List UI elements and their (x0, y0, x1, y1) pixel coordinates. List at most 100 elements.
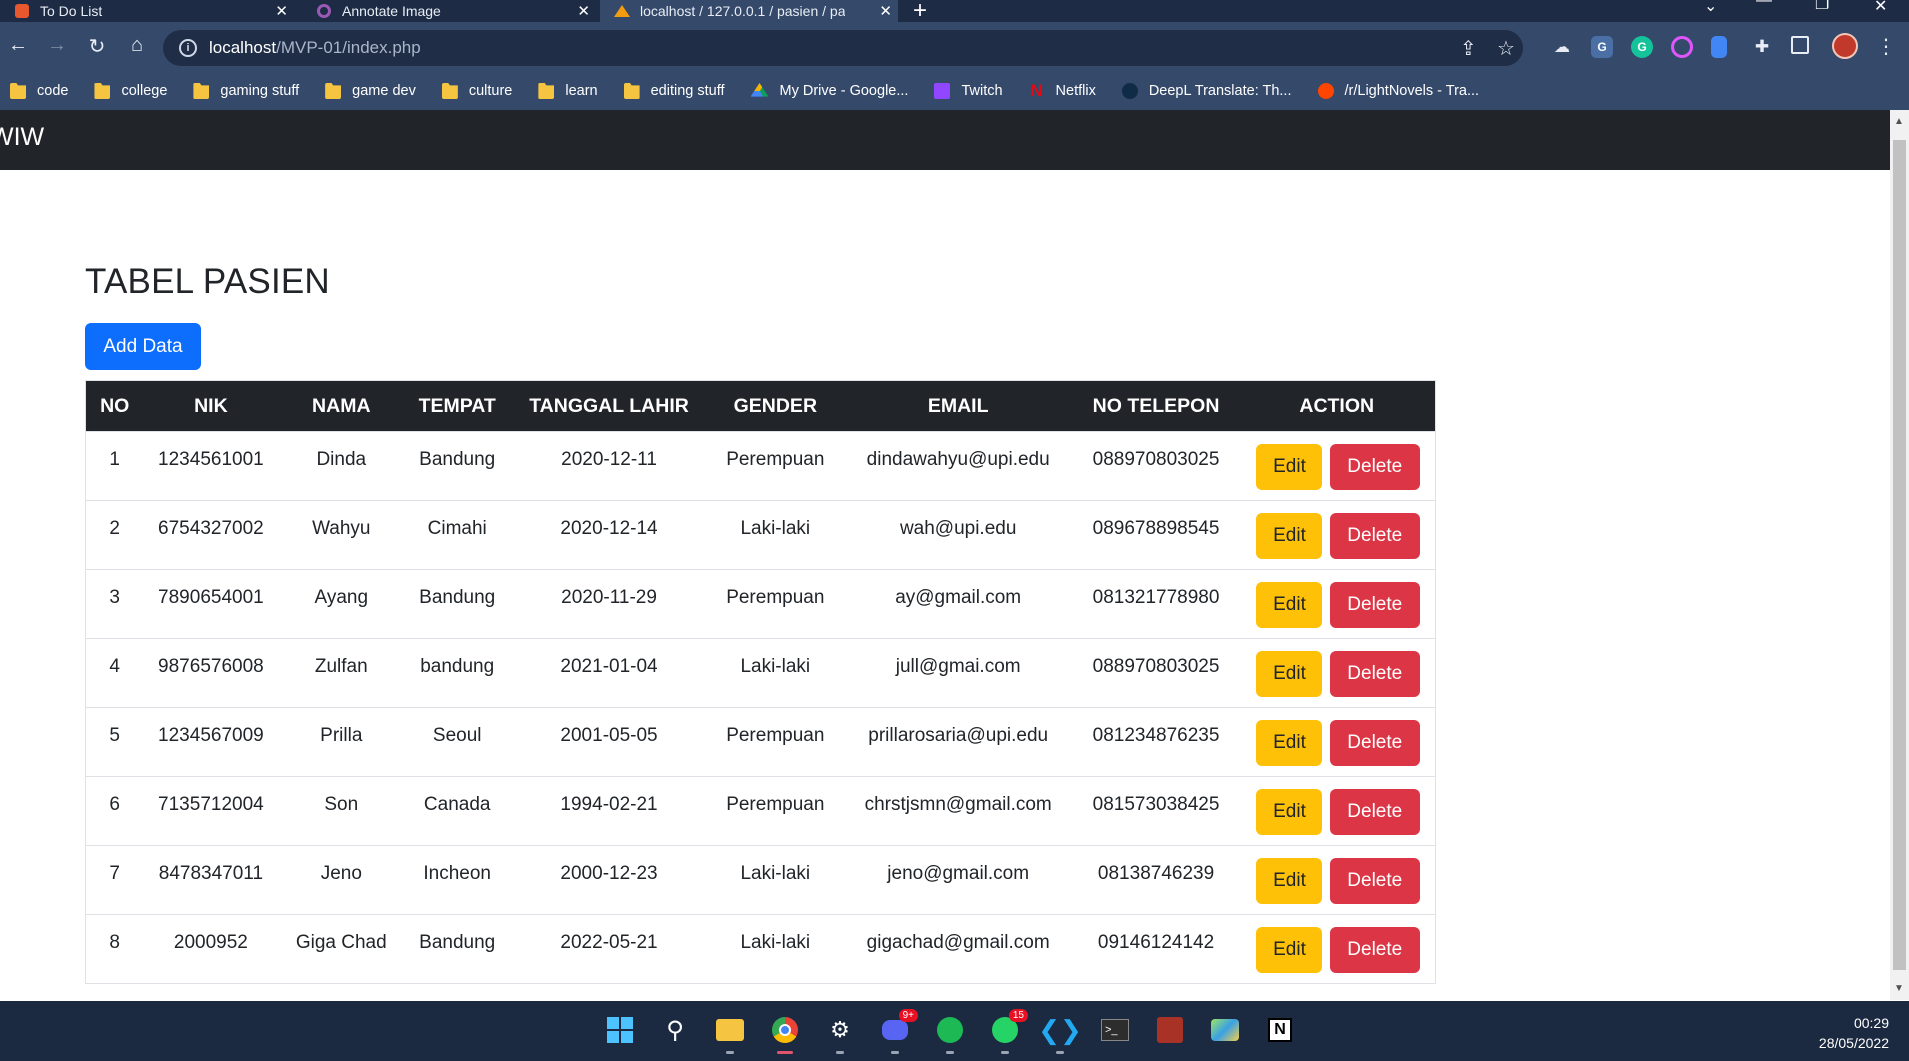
forward-icon[interactable]: → (44, 34, 70, 57)
bookmark-label: college (121, 83, 168, 99)
edit-button[interactable]: Edit (1256, 720, 1323, 766)
extension-color-icon[interactable] (1671, 36, 1693, 58)
file-explorer-icon[interactable] (715, 1015, 745, 1054)
bookmark-star-icon[interactable]: ☆ (1497, 36, 1515, 61)
delete-button[interactable]: Delete (1329, 651, 1420, 697)
netflix-icon: N (1030, 81, 1043, 100)
address-bar[interactable]: i localhost/MVP-01/index.php ⇪ ☆ (163, 30, 1523, 66)
extension-docs-icon[interactable] (1711, 36, 1727, 58)
bookmark-lightnovels[interactable]: /r/LightNovels - Tra... (1317, 83, 1479, 99)
bookmark-label: gaming stuff (220, 83, 300, 99)
discord-icon[interactable]: 9+ (880, 1009, 918, 1054)
bookmark-game-dev[interactable]: game dev (325, 83, 416, 99)
extension-cloud-icon[interactable]: ☁ (1551, 36, 1573, 58)
app-navbar: WIW (0, 110, 1890, 170)
cell-tempat: Incheon (423, 863, 492, 884)
cell-tanggal-lahir: 2001-05-05 (560, 725, 658, 746)
browser-tab-strip: To Do List ✕ Annotate Image ✕ localhost … (0, 0, 1909, 24)
delete-button[interactable]: Delete (1329, 582, 1420, 628)
edit-button[interactable]: Edit (1256, 582, 1323, 628)
delete-button[interactable]: Delete (1329, 789, 1420, 835)
bookmark-twitch[interactable]: Twitch (934, 83, 1003, 99)
scroll-down-arrow-icon[interactable]: ▼ (1894, 983, 1904, 994)
bookmark-learn[interactable]: learn (538, 83, 598, 99)
system-clock[interactable]: 00:29 28/05/2022 (1819, 1013, 1889, 1053)
close-window-icon[interactable]: ✕ (1874, 0, 1887, 16)
bookmark-label: Netflix (1055, 83, 1096, 99)
bookmark-code[interactable]: code (10, 83, 68, 99)
bookmark-label: editing stuff (650, 83, 725, 99)
delete-button[interactable]: Delete (1329, 513, 1420, 559)
bookmark-netflix[interactable]: N Netflix (1029, 81, 1096, 100)
tab-annotate-image[interactable]: Annotate Image ✕ (316, 0, 590, 22)
bookmark-label: Twitch (961, 83, 1003, 99)
edit-button[interactable]: Edit (1256, 927, 1323, 973)
vscode-icon[interactable]: ❮❯ (1038, 1015, 1082, 1054)
notion-icon[interactable]: N (1265, 1015, 1295, 1045)
windows-start-icon[interactable] (605, 1015, 635, 1045)
cell-tanggal-lahir: 2000-12-23 (560, 863, 658, 884)
navbar-brand[interactable]: WIW (0, 123, 44, 152)
reddit-icon (1317, 83, 1334, 99)
extension-translate-icon[interactable]: G (1591, 36, 1613, 58)
steam-icon[interactable]: ⚙ (825, 1015, 855, 1054)
tab-phpmyadmin[interactable]: localhost / 127.0.0.1 / pasien / pa ✕ (600, 0, 898, 22)
terminal-icon[interactable]: >_ (1100, 1015, 1130, 1045)
cell-email: prillarosaria@upi.edu (868, 725, 1049, 746)
cell-nik: 7135712004 (158, 794, 264, 815)
delete-button[interactable]: Delete (1329, 720, 1420, 766)
scroll-up-arrow-icon[interactable]: ▲ (1894, 116, 1904, 127)
bookmark-college[interactable]: college (94, 83, 167, 99)
spotify-icon[interactable] (935, 1015, 965, 1054)
cell-action: Edit Delete (1238, 846, 1435, 915)
running-indicator (836, 1051, 844, 1054)
edit-button[interactable]: Edit (1256, 513, 1323, 559)
delete-button[interactable]: Delete (1329, 858, 1420, 904)
tab-todo-list[interactable]: To Do List ✕ (14, 0, 288, 22)
tab-search-icon[interactable]: ⌄ (1704, 0, 1717, 16)
share-icon[interactable]: ⇪ (1460, 36, 1477, 61)
cell-tanggal-lahir: 2020-12-14 (560, 518, 658, 539)
site-info-icon[interactable]: i (179, 39, 197, 57)
bookmark-gaming-stuff[interactable]: gaming stuff (193, 83, 299, 99)
grammarly-icon[interactable]: G (1631, 36, 1653, 58)
search-icon[interactable]: ⚲ (660, 1015, 690, 1045)
bookmark-culture[interactable]: culture (441, 83, 512, 99)
close-tab-icon[interactable]: ✕ (879, 2, 892, 20)
bookmark-my-drive[interactable]: My Drive - Google... (750, 83, 908, 99)
profile-avatar[interactable] (1832, 33, 1858, 59)
scrollbar-thumb[interactable] (1893, 140, 1906, 970)
bluestacks-icon[interactable] (1210, 1015, 1240, 1045)
add-data-button[interactable]: Add Data (85, 323, 201, 370)
table-row: 1 1234561001 Dinda Bandung 2020-12-11 Pe… (85, 431, 1436, 501)
close-tab-icon[interactable]: ✕ (577, 2, 590, 20)
edit-button[interactable]: Edit (1256, 651, 1323, 697)
delete-button[interactable]: Delete (1329, 927, 1420, 973)
delete-button[interactable]: Delete (1329, 444, 1420, 490)
browser-menu-icon[interactable]: ⋮ (1876, 34, 1896, 59)
reload-icon[interactable]: ↻ (84, 34, 110, 59)
edit-button[interactable]: Edit (1256, 789, 1323, 835)
cell-tempat: Bandung (419, 587, 496, 608)
minimize-icon[interactable]: — (1756, 0, 1772, 10)
cell-gender: Perempuan (726, 794, 825, 815)
extensions-puzzle-icon[interactable]: ✚ (1751, 36, 1773, 58)
game-app-icon[interactable] (1155, 1015, 1185, 1045)
edit-button[interactable]: Edit (1256, 444, 1323, 490)
bookmark-editing-stuff[interactable]: editing stuff (623, 83, 725, 99)
side-panel-icon[interactable] (1791, 36, 1809, 54)
whatsapp-icon[interactable]: 15 (990, 1009, 1028, 1054)
bookmark-label: learn (565, 83, 598, 99)
cell-email: dindawahyu@upi.edu (866, 449, 1050, 470)
page-scrollbar[interactable]: ▲ ▼ (1890, 110, 1909, 1000)
bookmark-deepl[interactable]: DeepL Translate: Th... (1121, 83, 1292, 99)
maximize-icon[interactable]: ❐ (1815, 0, 1829, 14)
column-header-gender: GENDER (733, 394, 818, 417)
home-icon[interactable]: ⌂ (124, 34, 150, 57)
column-header-no: NO (100, 394, 130, 417)
back-icon[interactable]: ← (5, 34, 31, 57)
chrome-icon[interactable] (770, 1015, 800, 1054)
edit-button[interactable]: Edit (1256, 858, 1323, 904)
cell-nama: Wahyu (312, 518, 371, 539)
close-tab-icon[interactable]: ✕ (275, 2, 288, 20)
